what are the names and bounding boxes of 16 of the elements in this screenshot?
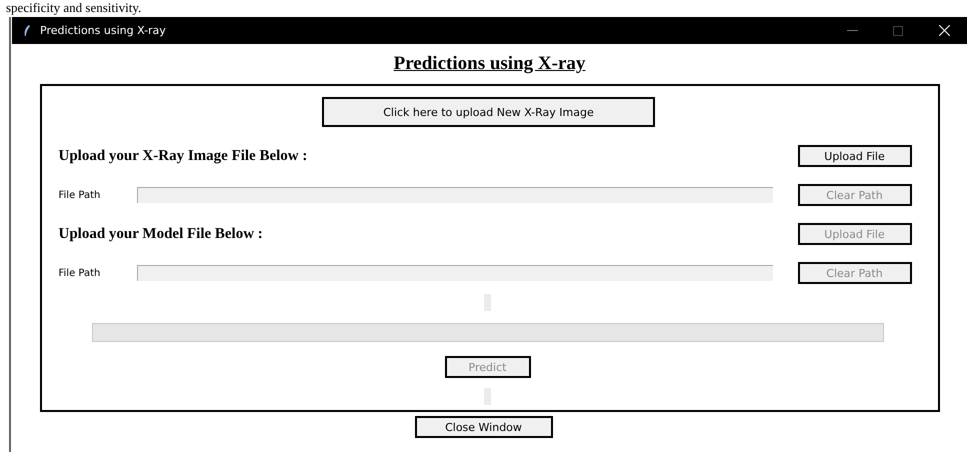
section-title: Upload your X-Ray Image File Below : — [58, 148, 308, 164]
document-text: specificity and sensitivity. — [6, 0, 142, 16]
maximize-icon[interactable] — [893, 26, 903, 36]
close-window-button[interactable]: Close Window — [414, 416, 552, 438]
file-path-field[interactable] — [136, 187, 772, 203]
feather-icon — [24, 25, 30, 36]
page-heading: Predictions using X-ray — [394, 53, 586, 76]
window-title: Predictions using X-ray — [40, 24, 167, 37]
section-title: Upload your Model File Below : — [58, 226, 263, 242]
file-path-field[interactable] — [136, 265, 772, 281]
close-icon[interactable] — [938, 25, 950, 36]
upload-file-button[interactable]: Upload File — [798, 145, 912, 167]
file-path-label: File Path — [58, 268, 102, 278]
upload-new-image-button[interactable]: Click here to upload New X-Ray Image — [322, 97, 655, 127]
minimize-icon[interactable] — [846, 30, 858, 31]
file-path-label: File Path — [58, 190, 102, 200]
